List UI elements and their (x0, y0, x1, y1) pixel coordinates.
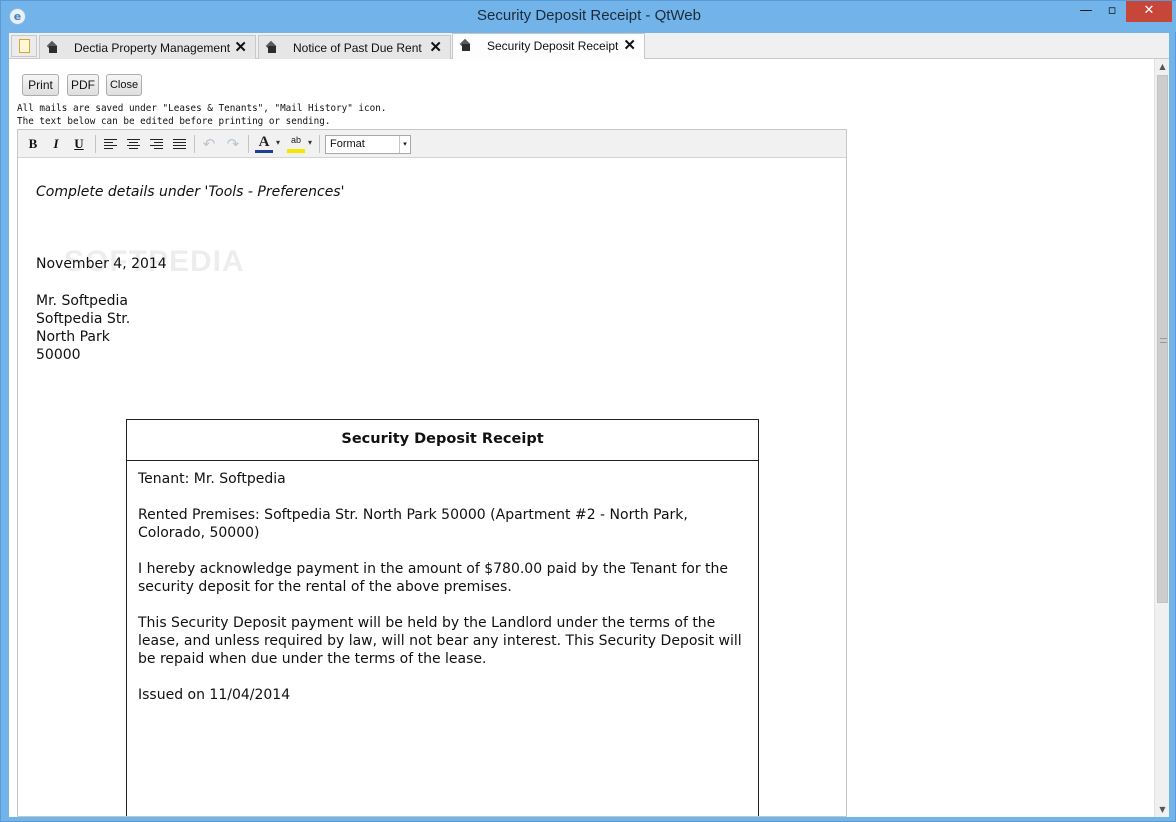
close-tab-icon[interactable]: ✕ (623, 36, 636, 54)
editor-toolbar: B I U ↶ ↷ A ▾ ab ▾ Format ▾ (18, 130, 846, 158)
preferences-note: Complete details under 'Tools - Preferen… (36, 184, 345, 200)
receipt-table: Security Deposit Receipt Tenant: Mr. Sof… (126, 419, 759, 816)
address-line: North Park (36, 329, 110, 345)
italic-button[interactable]: I (47, 136, 65, 152)
print-button[interactable]: Print (22, 74, 59, 96)
close-button[interactable]: Close (106, 74, 142, 96)
vertical-scrollbar[interactable]: ▲ ▼ (1154, 59, 1169, 817)
toolbar-separator (95, 135, 96, 153)
pdf-button[interactable]: PDF (67, 74, 99, 96)
page-icon (265, 41, 278, 54)
tab-label: Dectia Property Management (74, 41, 231, 55)
editable-text-note: The text below can be edited before prin… (17, 116, 331, 127)
close-tab-icon[interactable]: ✕ (429, 38, 442, 56)
receipt-tenant: Tenant: Mr. Softpedia (138, 471, 286, 487)
mail-history-note: All mails are saved under "Leases & Tena… (17, 103, 387, 114)
maximize-button[interactable]: ▫ (1099, 1, 1125, 22)
new-page-icon (19, 39, 30, 53)
recipient-address: Mr. Softpedia Softpedia Str. North Park … (36, 292, 130, 364)
new-tab-button[interactable] (11, 35, 37, 57)
scrollbar-thumb[interactable] (1157, 75, 1168, 603)
format-select-label: Format (330, 138, 365, 150)
letter-date: November 4, 2014 (36, 256, 167, 272)
scroll-up-icon[interactable]: ▲ (1155, 59, 1170, 74)
receipt-title: Security Deposit Receipt (127, 420, 758, 461)
receipt-acknowledgement: I hereby acknowledge payment in the amou… (138, 561, 729, 595)
tab-bar: Dectia Property Management ✕ Notice of P… (9, 33, 1169, 59)
scrollbar-grip-icon (1160, 338, 1167, 343)
format-select[interactable]: Format ▾ (325, 135, 411, 154)
address-line: Softpedia Str. (36, 311, 131, 327)
font-color-icon[interactable]: A (255, 135, 273, 153)
rich-text-editor[interactable]: B I U ↶ ↷ A ▾ ab ▾ Format ▾ Complete det… (17, 129, 847, 817)
close-tab-icon[interactable]: ✕ (234, 38, 247, 56)
tab-notice-of-past-due-rent[interactable]: Notice of Past Due Rent ✕ (258, 35, 451, 59)
tab-dectia-property-management[interactable]: Dectia Property Management ✕ (39, 35, 256, 59)
receipt-body: Tenant: Mr. Softpedia Rented Premises: S… (138, 470, 746, 722)
address-line: 50000 (36, 347, 81, 363)
tab-label: Notice of Past Due Rent (293, 41, 422, 55)
window-title: Security Deposit Receipt - QtWeb (477, 7, 701, 24)
receipt-issued-date: Issued on 11/04/2014 (138, 687, 291, 703)
toolbar-separator (248, 135, 249, 153)
underline-button[interactable]: U (70, 136, 88, 152)
undo-icon[interactable]: ↶ (200, 135, 218, 153)
receipt-terms: This Security Deposit payment will be he… (138, 615, 742, 667)
align-left-icon[interactable] (104, 139, 117, 150)
tab-security-deposit-receipt[interactable]: Security Deposit Receipt ✕ (452, 33, 645, 59)
close-window-button[interactable]: ✕ (1126, 1, 1172, 22)
highlight-dropdown-icon[interactable]: ▾ (308, 138, 312, 147)
align-justify-icon[interactable] (173, 139, 186, 150)
chevron-down-icon[interactable]: ▾ (399, 136, 410, 153)
page-icon (459, 39, 472, 52)
page-icon (46, 41, 59, 54)
app-window: e Security Deposit Receipt - QtWeb — ▫ ✕… (0, 0, 1176, 822)
title-bar[interactable]: e Security Deposit Receipt - QtWeb — ▫ ✕ (1, 1, 1176, 32)
toolbar-separator (194, 135, 195, 153)
redo-icon[interactable]: ↷ (224, 135, 242, 153)
toolbar-separator (319, 135, 320, 153)
minimize-button[interactable]: — (1073, 1, 1099, 22)
bold-button[interactable]: B (24, 136, 42, 152)
scroll-down-icon[interactable]: ▼ (1155, 802, 1170, 817)
receipt-premises: Rented Premises: Softpedia Str. North Pa… (138, 507, 688, 541)
address-line: Mr. Softpedia (36, 293, 128, 309)
align-right-icon[interactable] (150, 139, 163, 150)
tab-label: Security Deposit Receipt (487, 39, 619, 53)
align-center-icon[interactable] (127, 139, 140, 150)
highlight-color-icon[interactable]: ab (287, 134, 305, 153)
page-content: Print PDF Close All mails are saved unde… (9, 59, 1169, 817)
font-color-dropdown-icon[interactable]: ▾ (276, 138, 280, 147)
